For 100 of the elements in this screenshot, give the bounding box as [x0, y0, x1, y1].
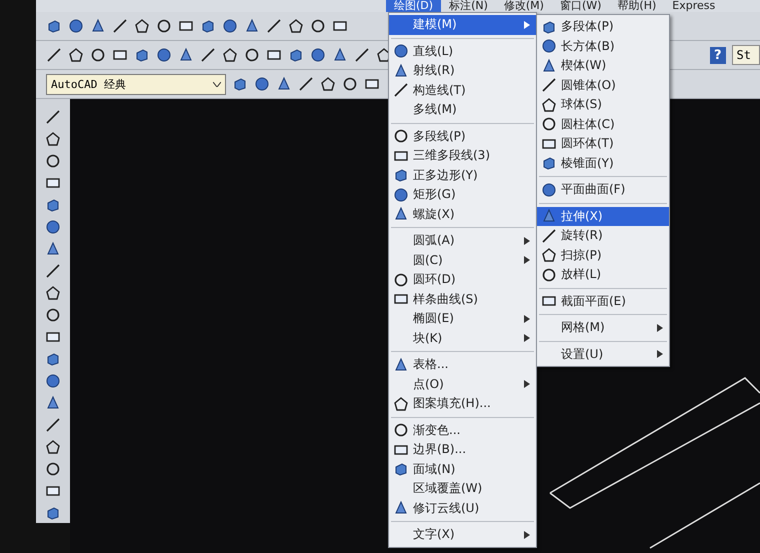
- menu-item[interactable]: 多段体(P): [537, 17, 669, 36]
- menu-item[interactable]: 圆(C): [389, 250, 536, 270]
- menu-item[interactable]: 平面曲面(F): [537, 180, 669, 200]
- menu-item[interactable]: 球体(S): [537, 95, 669, 114]
- menu-item[interactable]: 射线(R): [389, 61, 536, 80]
- menu-item[interactable]: 椭圆(E): [389, 309, 536, 328]
- menu-item-icon: [541, 228, 557, 244]
- menu-item[interactable]: 边界(B)...: [389, 440, 536, 460]
- tool-icon: [45, 351, 61, 367]
- menu-item[interactable]: 三维多段线(3): [389, 146, 536, 166]
- menu-item[interactable]: 旋转(R): [537, 226, 669, 246]
- submenu-arrow-icon: [524, 236, 530, 245]
- menu-item-icon: [393, 128, 409, 144]
- menu-bar-item[interactable]: Express: [664, 0, 724, 12]
- menu-item-icon: [393, 356, 409, 373]
- tool-icon: [46, 18, 62, 34]
- menu-item-icon: [393, 461, 409, 478]
- menu-item[interactable]: 区域覆盖(W): [389, 479, 536, 498]
- menu-item[interactable]: 棱锥面(Y): [537, 154, 669, 173]
- tool-icon: [200, 47, 216, 63]
- menu-item[interactable]: 楔体(W): [537, 56, 669, 76]
- tool-icon: [354, 47, 370, 63]
- menu-item-icon: [541, 18, 557, 35]
- menu-bar-item[interactable]: 窗口(W): [552, 0, 610, 12]
- menu-item[interactable]: 圆环体(T): [537, 134, 669, 154]
- menu-item[interactable]: 文字(X): [389, 525, 536, 544]
- menu-item[interactable]: 设置(U): [537, 344, 669, 364]
- menu-item-icon: [541, 182, 557, 198]
- menu-item-icon: [541, 208, 557, 224]
- tool-icon: [90, 47, 106, 63]
- menu-item[interactable]: 直线(L): [389, 42, 536, 61]
- tool-icon: [45, 219, 61, 235]
- tool-icon: [90, 18, 106, 34]
- help-button[interactable]: ?: [710, 46, 726, 64]
- menu-item[interactable]: 块(K): [389, 328, 536, 348]
- tool-icon: [46, 47, 62, 63]
- menu-item-icon: [393, 206, 409, 222]
- menu-item-icon: [393, 186, 409, 203]
- menu-item-icon: [541, 96, 557, 113]
- menu-item[interactable]: 点(O): [389, 374, 536, 394]
- menu-item-icon: [541, 116, 557, 132]
- tool-icon: [45, 439, 61, 455]
- tool-icon: [298, 76, 314, 92]
- menu-item-icon: [541, 38, 557, 54]
- menu-item-icon: [393, 422, 409, 438]
- menu-bar-item[interactable]: 修改(M): [496, 0, 552, 12]
- menu-item-icon: [393, 167, 409, 184]
- workspace-dropdown[interactable]: AutoCAD 经典: [46, 74, 226, 94]
- menu-item[interactable]: 多段线(P): [389, 126, 536, 146]
- tool-icon: [244, 18, 260, 34]
- menu-item[interactable]: 建模(M): [389, 15, 536, 34]
- menu-item[interactable]: 拉伸(X): [537, 206, 669, 226]
- tool-icon: [112, 18, 128, 34]
- menu-item[interactable]: 面域(N): [389, 460, 536, 479]
- tool-icon: [45, 131, 61, 147]
- menu-item[interactable]: 矩形(G): [389, 185, 536, 204]
- menu-item-icon: [541, 77, 557, 94]
- menu-item-icon: [393, 500, 409, 516]
- tool-icon: [156, 47, 172, 63]
- menu-item[interactable]: 网格(M): [537, 318, 669, 338]
- menu-bar-item[interactable]: 标注(N): [441, 0, 496, 12]
- menu-item[interactable]: 放样(L): [537, 265, 669, 284]
- menu-item[interactable]: 构造线(T): [389, 80, 536, 100]
- menu-item[interactable]: 长方体(B): [537, 36, 669, 56]
- text-style-field[interactable]: St: [732, 45, 760, 65]
- menu-item-icon: [393, 62, 409, 79]
- menu-item[interactable]: 圆弧(A): [389, 231, 536, 250]
- menu-item[interactable]: 圆柱体(C): [537, 114, 669, 134]
- menu-item[interactable]: 修订云线(U): [389, 498, 536, 518]
- menu-item-icon: [393, 82, 409, 98]
- menu-item[interactable]: 截面平面(E): [537, 292, 669, 311]
- menu-item[interactable]: 正多边形(Y): [389, 166, 536, 185]
- menu-item-icon: [541, 155, 557, 172]
- menu-item[interactable]: 圆锥体(O): [537, 76, 669, 95]
- menu-item[interactable]: 圆环(D): [389, 270, 536, 290]
- menu-item[interactable]: 多线(M): [389, 100, 536, 120]
- tool-icon: [45, 285, 61, 301]
- tool-icon: [45, 153, 61, 169]
- menu-item[interactable]: 表格...: [389, 355, 536, 374]
- tool-icon: [222, 18, 238, 34]
- submenu-arrow-icon: [524, 256, 530, 264]
- menu-item-icon: [393, 396, 409, 412]
- tool-icon: [332, 47, 348, 63]
- tool-icon: [156, 18, 172, 34]
- menu-item[interactable]: 图案填充(H)...: [389, 394, 536, 414]
- tool-icon: [254, 76, 270, 92]
- menu-bar-item[interactable]: 绘图(D): [386, 0, 442, 12]
- submenu-arrow-icon: [657, 324, 663, 332]
- menu-item[interactable]: 扫掠(P): [537, 246, 669, 265]
- menu-item[interactable]: 渐变色...: [389, 420, 536, 440]
- tool-icon: [45, 373, 61, 389]
- submenu-arrow-icon: [524, 20, 530, 29]
- menu-item[interactable]: 螺旋(X): [389, 204, 536, 224]
- menu-bar-item[interactable]: 帮助(H): [609, 0, 664, 12]
- tool-icon: [68, 47, 84, 63]
- menu-item-icon: [541, 266, 557, 283]
- submenu-arrow-icon: [524, 314, 530, 323]
- tool-icon: [288, 47, 304, 63]
- menu-item[interactable]: 样条曲线(S): [389, 290, 536, 309]
- submenu-arrow-icon: [657, 350, 663, 358]
